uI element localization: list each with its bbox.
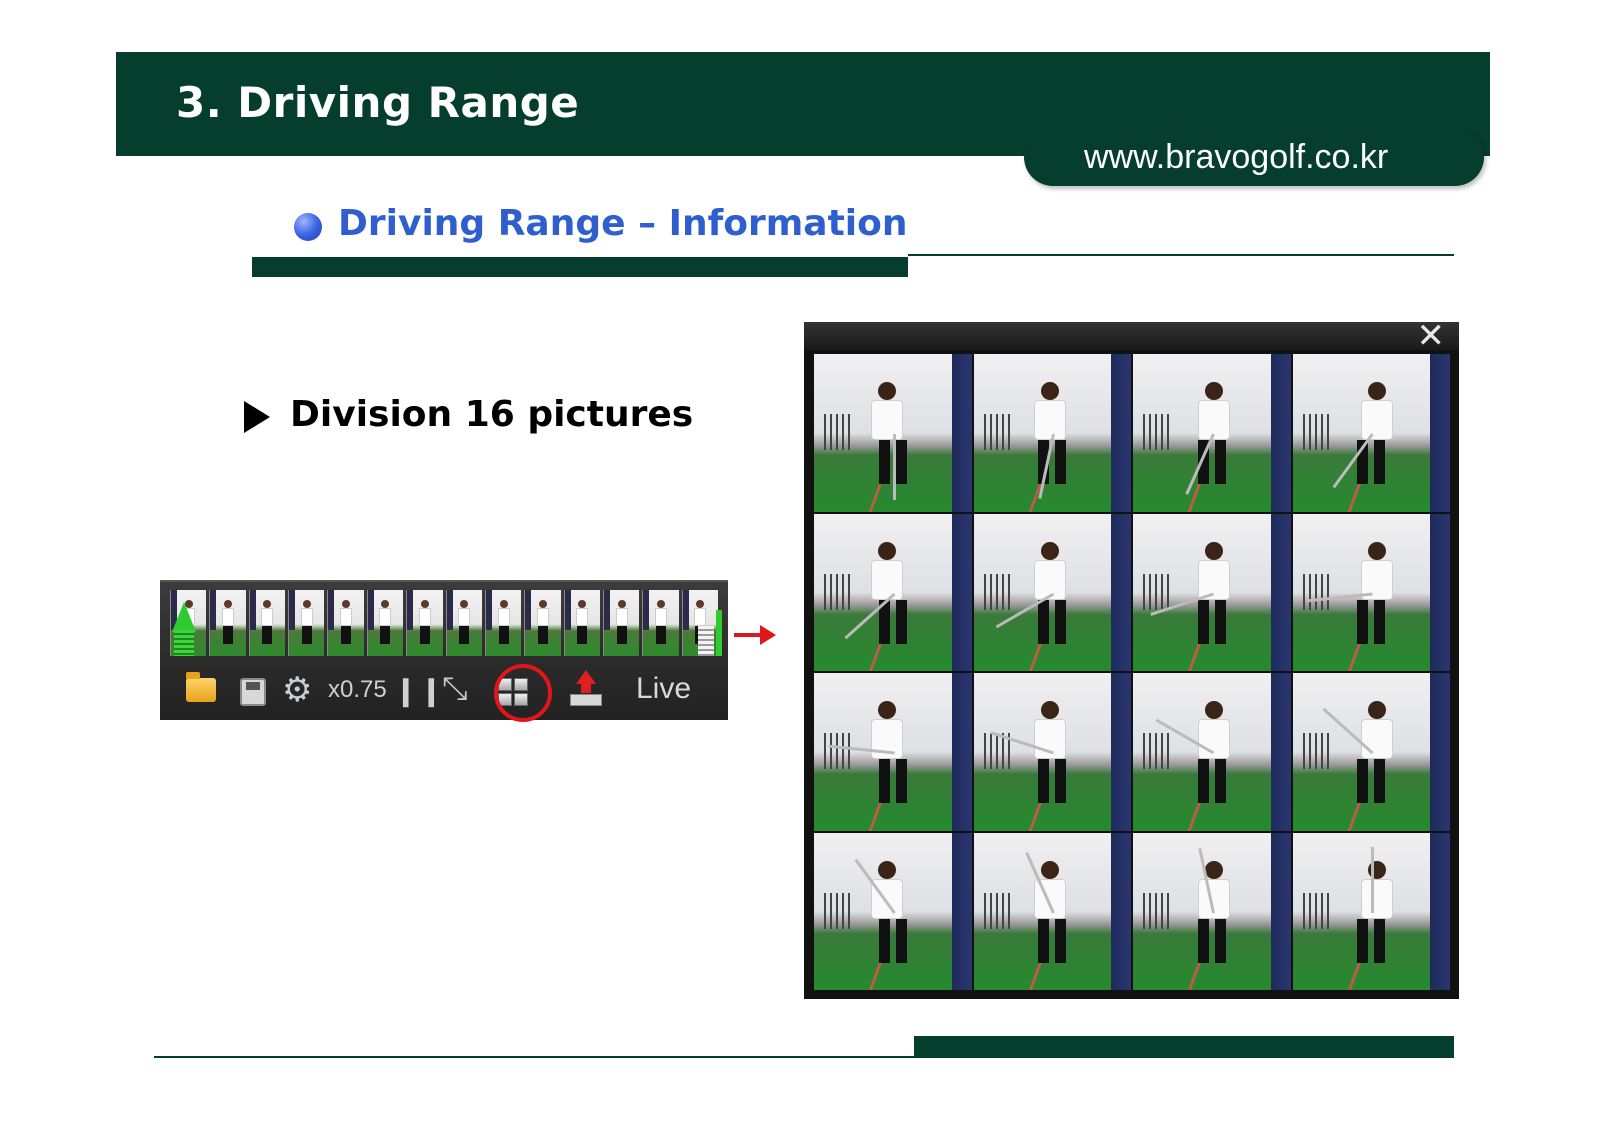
right-arrow-icon: [734, 623, 778, 647]
swing-photo[interactable]: [814, 832, 972, 990]
filmstrip-frame[interactable]: [563, 590, 600, 656]
photo-grid: [814, 354, 1450, 990]
filmstrip-frame[interactable]: [248, 590, 286, 656]
swing-photo[interactable]: [1133, 832, 1291, 990]
filmstrip-frame[interactable]: [406, 590, 443, 656]
start-marker-icon[interactable]: [172, 602, 196, 632]
close-icon[interactable]: ✕: [1417, 318, 1446, 354]
upload-icon[interactable]: [570, 670, 602, 706]
swing-photo[interactable]: [973, 513, 1131, 671]
swing-photo[interactable]: [973, 832, 1131, 990]
filmstrip-frame[interactable]: [445, 590, 482, 656]
swing-photo[interactable]: [814, 354, 972, 512]
footer-divider-thin: [154, 1056, 914, 1058]
division-window: ✕: [804, 318, 1459, 999]
section-title: Driving Range – Information: [338, 203, 908, 244]
website-url: www.bravogolf.co.kr: [1084, 138, 1389, 176]
page-title: 3. Driving Range: [176, 78, 580, 127]
filmstrip-frame[interactable]: [209, 590, 246, 656]
bullet-triangle-icon: [244, 401, 270, 433]
end-marker-icon[interactable]: [716, 610, 722, 656]
filmstrip[interactable]: [170, 590, 719, 656]
footer-divider-thick: [914, 1036, 1454, 1058]
swing-photo[interactable]: [1292, 673, 1450, 831]
start-marker-handle[interactable]: [174, 630, 194, 656]
bullet-text: Division 16 pictures: [290, 394, 694, 435]
compare-icon[interactable]: ⤡: [442, 670, 468, 708]
pause-icon[interactable]: ❙❙: [394, 674, 445, 707]
gear-icon[interactable]: ⚙: [282, 670, 312, 710]
filmstrip-frame[interactable]: [484, 590, 522, 656]
swing-photo[interactable]: [1133, 354, 1291, 512]
filmstrip-frame[interactable]: [288, 590, 325, 656]
end-marker-handle[interactable]: [698, 626, 714, 656]
swing-photo[interactable]: [814, 673, 972, 831]
section-bullet-icon: [294, 213, 322, 241]
swing-photo[interactable]: [814, 513, 972, 671]
swing-photo[interactable]: [1292, 513, 1450, 671]
filmstrip-frame[interactable]: [327, 590, 364, 656]
folder-icon[interactable]: [186, 672, 216, 702]
filmstrip-frame[interactable]: [602, 590, 640, 656]
save-icon[interactable]: [240, 678, 266, 706]
filmstrip-frame[interactable]: [366, 590, 404, 656]
highlight-circle: [494, 664, 552, 722]
swing-photo[interactable]: [973, 354, 1131, 512]
swing-photo[interactable]: [1133, 673, 1291, 831]
live-button[interactable]: Live: [636, 672, 691, 706]
swing-photo[interactable]: [973, 673, 1131, 831]
section-divider-thick: [252, 257, 908, 277]
section-divider-thin: [908, 254, 1454, 256]
filmstrip-frame[interactable]: [524, 590, 561, 656]
url-badge: www.bravogolf.co.kr: [1024, 128, 1484, 186]
swing-photo[interactable]: [1292, 354, 1450, 512]
playback-speed-button[interactable]: x0.75: [328, 676, 387, 704]
filmstrip-frame[interactable]: [642, 590, 679, 656]
window-title-bar: ✕: [804, 318, 1459, 354]
swing-photo[interactable]: [1292, 832, 1450, 990]
video-toolbar: ⚙ x0.75 ❙❙ ⤡ Live: [160, 580, 728, 722]
swing-photo[interactable]: [1133, 513, 1291, 671]
